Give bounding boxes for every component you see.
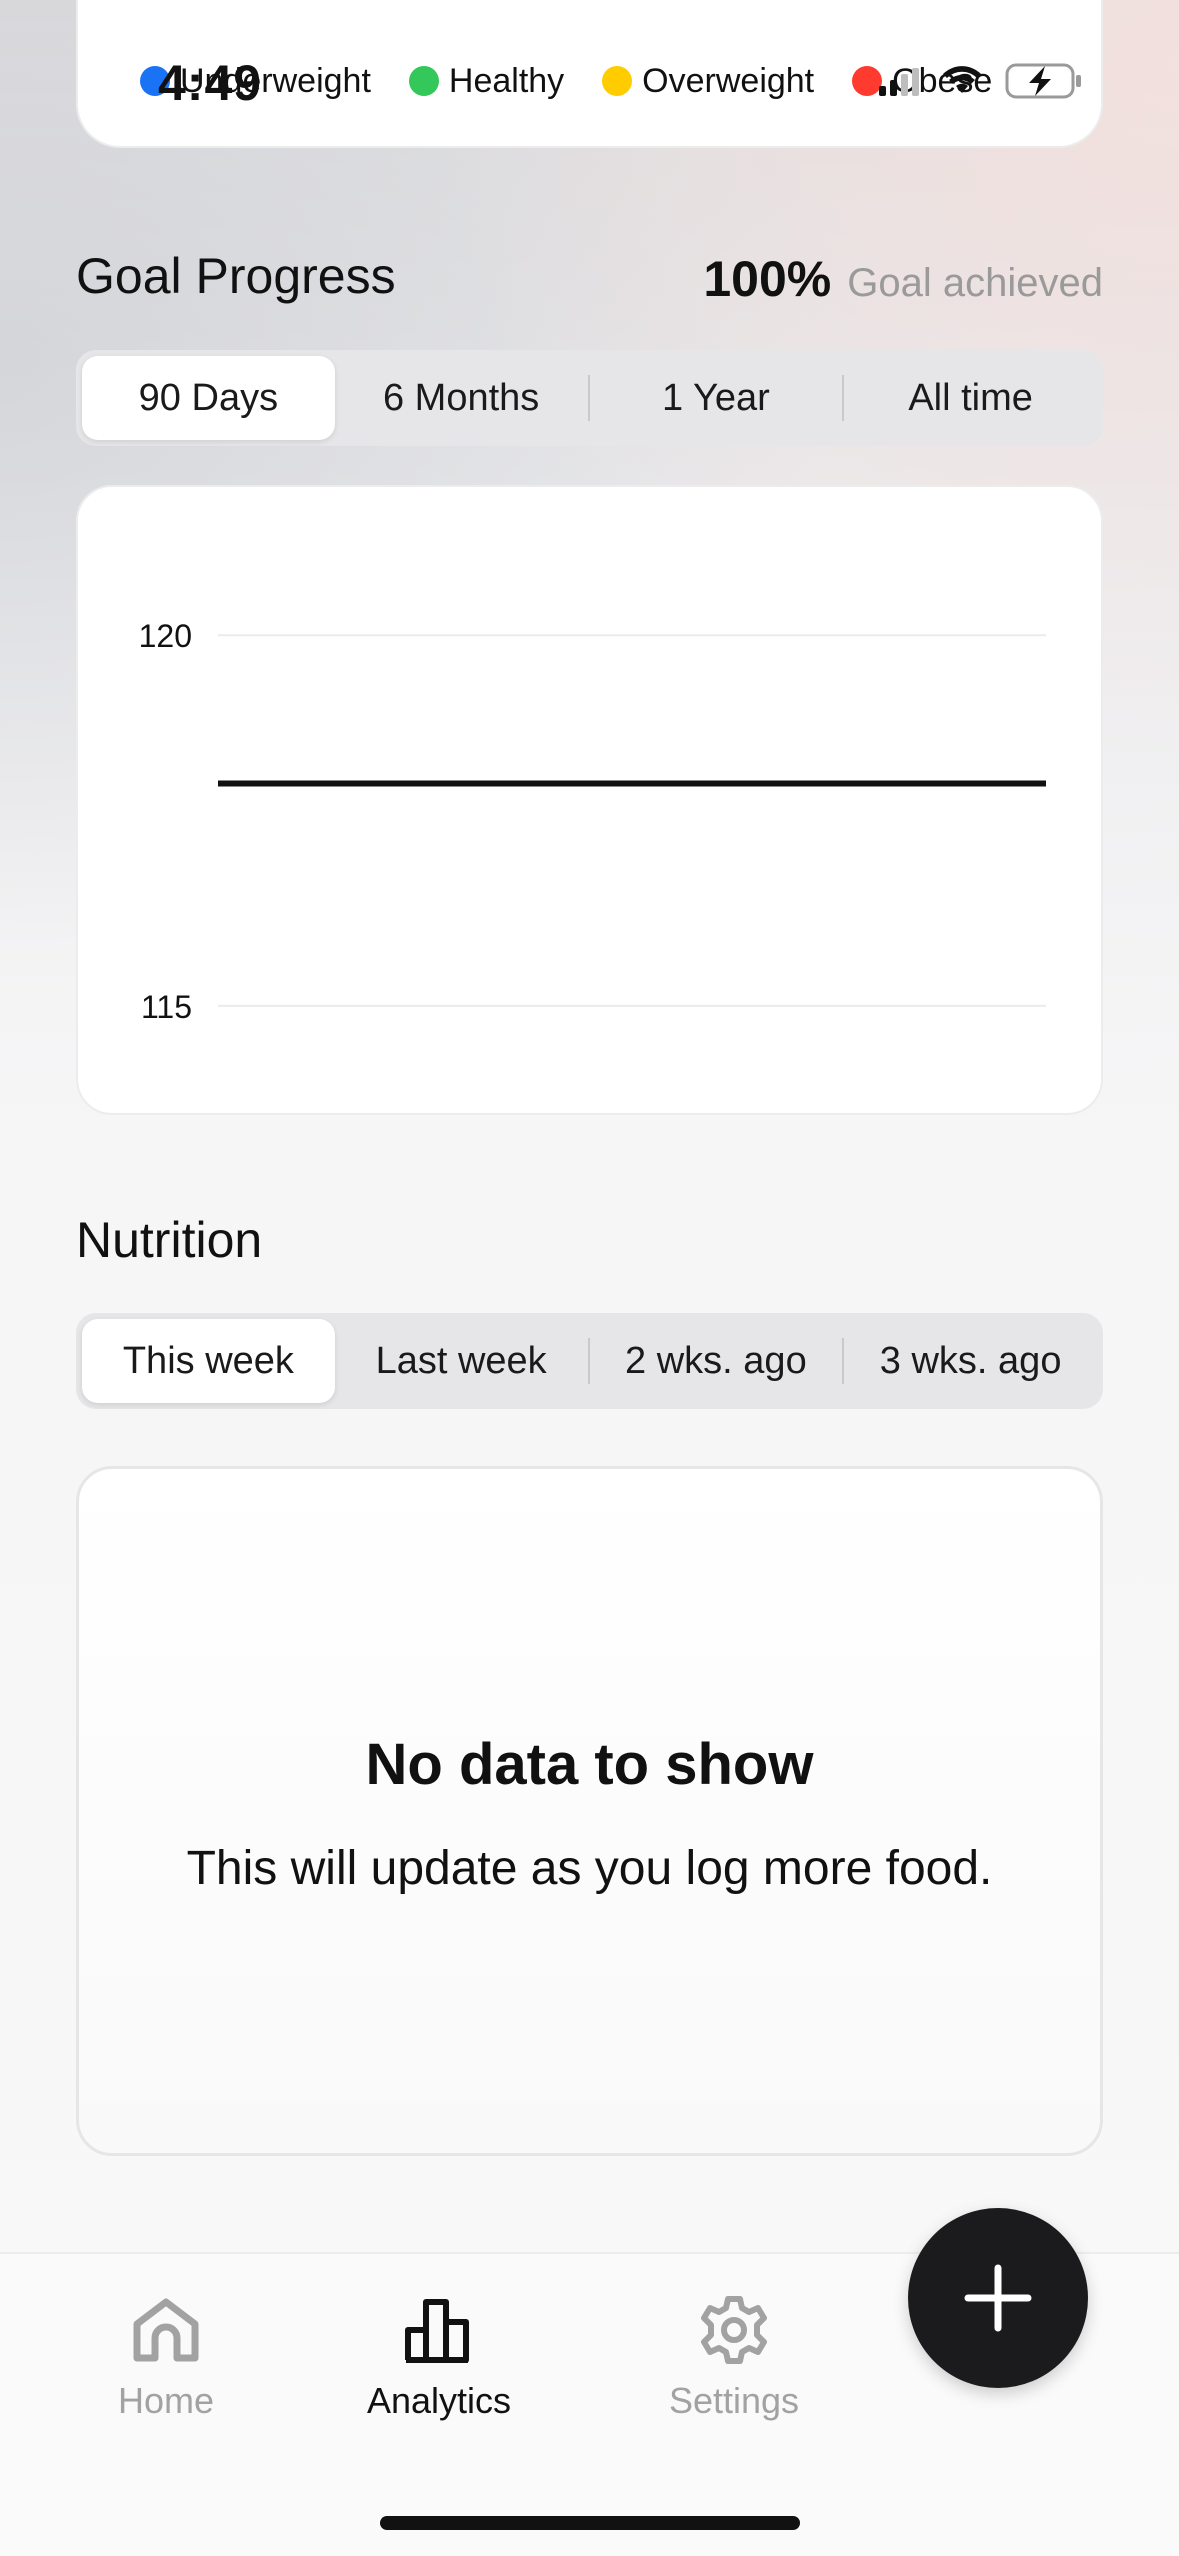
plus-icon [964, 2264, 1032, 2332]
tab-settings[interactable]: Settings [614, 2294, 854, 2422]
tab-1-year[interactable]: 1 Year [590, 356, 843, 440]
tab-last-week[interactable]: Last week [335, 1319, 588, 1403]
goal-status: 100% Goal achieved [703, 250, 1103, 308]
goal-progress-title: Goal Progress [76, 248, 396, 304]
tab-this-week[interactable]: This week [82, 1319, 335, 1403]
gear-icon [701, 2296, 767, 2364]
tab-all-time[interactable]: All time [844, 356, 1097, 440]
tab-home[interactable]: Home [46, 2294, 286, 2422]
status-icons [879, 62, 1083, 100]
nutrition-week-selector: This week Last week 2 wks. ago 3 wks. ag… [76, 1313, 1103, 1409]
legend-label: Healthy [448, 61, 565, 100]
tab-2-weeks-ago[interactable]: 2 wks. ago [590, 1319, 843, 1403]
tab-6-months[interactable]: 6 Months [335, 356, 588, 440]
legend-dot [602, 66, 633, 96]
legend-dot [408, 66, 439, 96]
y-tick-label: 115 [141, 989, 192, 1025]
home-indicator [380, 2516, 800, 2530]
goal-range-selector: 90 Days 6 Months 1 Year All time [76, 350, 1103, 446]
add-entry-button[interactable] [908, 2208, 1088, 2388]
tab-90-days[interactable]: 90 Days [82, 356, 335, 440]
home-icon [133, 2298, 199, 2362]
goal-percent: 100% [703, 251, 832, 307]
goal-progress-chart: 120 115 [139, 618, 1046, 1025]
empty-state-title: No data to show [365, 1732, 814, 1797]
tab-label: Settings [668, 2380, 800, 2421]
y-tick-label: 120 [139, 618, 192, 654]
tab-label: Analytics [366, 2380, 512, 2421]
empty-state-subtitle: This will update as you log more food. [186, 1842, 993, 1895]
goal-chart-card: 120 115 [76, 485, 1103, 1115]
nutrition-empty-card: No data to show This will update as you … [76, 1466, 1103, 2156]
battery-charging-icon [1005, 63, 1081, 99]
wifi-icon [943, 66, 981, 93]
cellular-signal-icon [879, 68, 919, 96]
nutrition-title: Nutrition [76, 1212, 263, 1268]
tab-analytics[interactable]: Analytics [319, 2294, 559, 2422]
bmi-legend: Underweight Healthy Overweight Obese [140, 60, 992, 102]
legend-item-overweight: Overweight [602, 62, 814, 101]
status-time: 4:49 [158, 55, 263, 111]
legend-label: Overweight [642, 61, 815, 100]
legend-dot [852, 66, 883, 96]
tab-3-weeks-ago[interactable]: 3 wks. ago [844, 1319, 1097, 1403]
legend-item-healthy: Healthy [408, 61, 565, 101]
analytics-icon [405, 2299, 469, 2363]
tab-label: Home [117, 2380, 215, 2421]
goal-status-label: Goal achieved [847, 261, 1103, 305]
